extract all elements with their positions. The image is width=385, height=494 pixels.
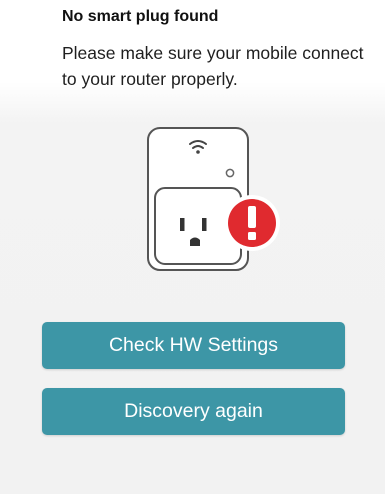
smart-plug-illustration [146, 126, 286, 276]
error-message: Please make sure your mobile connect to … [62, 43, 364, 89]
check-hw-settings-button[interactable]: Check HW Settings [42, 322, 345, 369]
error-title: No smart plug found [62, 8, 219, 25]
no-plug-found-screen: No smart plug found Please make sure you… [0, 0, 385, 494]
discovery-again-label: Discovery again [124, 400, 263, 422]
discovery-again-button[interactable]: Discovery again [42, 388, 345, 435]
smart-plug-icon [147, 127, 280, 271]
exclamation-icon [224, 195, 280, 251]
check-hw-settings-label: Check HW Settings [108, 334, 279, 356]
